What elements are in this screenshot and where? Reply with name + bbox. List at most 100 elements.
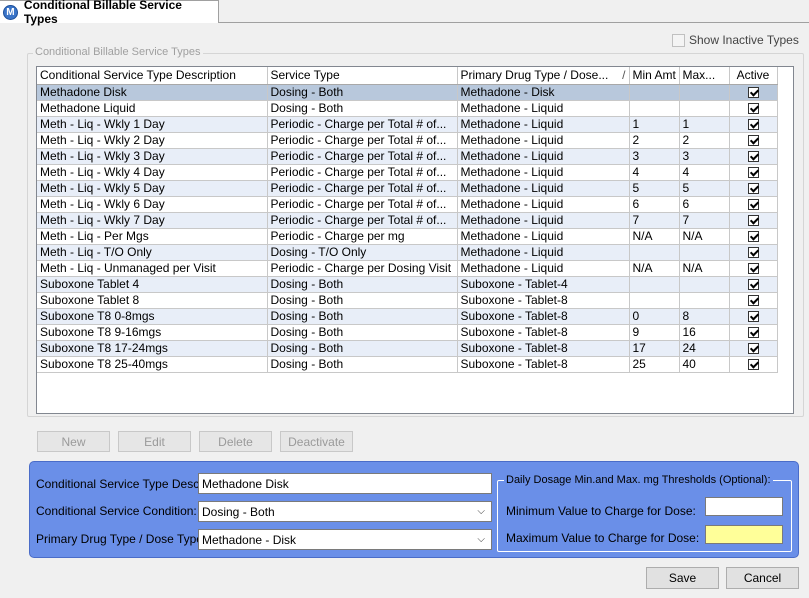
delete-button[interactable]: Delete <box>199 431 272 452</box>
cell-service-type[interactable]: Periodic - Charge per Total # of... <box>267 180 458 197</box>
active-checkbox[interactable] <box>747 295 759 307</box>
cell-description[interactable]: Meth - Liq - Wkly 6 Day <box>37 196 268 213</box>
cell-description[interactable]: Methadone Liquid <box>37 100 268 117</box>
table-row[interactable]: Meth - Liq - Wkly 5 Day Periodic - Charge… <box>37 180 778 197</box>
cell-primary-drug[interactable]: Suboxone - Tablet-8 <box>457 292 630 309</box>
col-header-max[interactable]: Max... <box>679 67 730 85</box>
cell-service-type[interactable]: Dosing - Both <box>267 292 458 309</box>
cell-primary-drug[interactable]: Suboxone - Tablet-8 <box>457 356 630 373</box>
table-row[interactable]: Meth - Liq - Wkly 3 Day Periodic - Charge… <box>37 148 778 165</box>
cell-primary-drug[interactable]: Methadone - Liquid <box>457 180 630 197</box>
cell-description[interactable]: Methadone Disk <box>37 84 268 101</box>
cell-primary-drug[interactable]: Methadone - Liquid <box>457 116 630 133</box>
cell-description[interactable]: Suboxone T8 25-40mgs <box>37 356 268 373</box>
cell-max[interactable]: 4 <box>679 164 730 181</box>
cell-service-type[interactable]: Periodic - Charge per Total # of... <box>267 116 458 133</box>
active-checkbox[interactable] <box>747 215 759 227</box>
cell-service-type[interactable]: Dosing - Both <box>267 308 458 325</box>
new-button[interactable]: New <box>37 431 110 452</box>
active-checkbox[interactable] <box>747 263 759 275</box>
cell-primary-drug[interactable]: Methadone - Liquid <box>457 164 630 181</box>
cell-min-amt[interactable]: 3 <box>629 148 680 165</box>
cell-min-amt[interactable]: 7 <box>629 212 680 229</box>
table-row[interactable]: Meth - Liq - Wkly 2 Day Periodic - Charge… <box>37 132 778 149</box>
cell-min-amt[interactable]: 5 <box>629 180 680 197</box>
active-checkbox[interactable] <box>747 311 759 323</box>
cell-service-type[interactable]: Dosing - Both <box>267 100 458 117</box>
table-row[interactable]: Meth - Liq - Wkly 6 Day Periodic - Charge… <box>37 196 778 213</box>
cell-max[interactable]: 24 <box>679 340 730 357</box>
cell-max[interactable]: 8 <box>679 308 730 325</box>
cell-primary-drug[interactable]: Methadone - Liquid <box>457 196 630 213</box>
table-row[interactable]: Meth - Liq - Wkly 1 Day Periodic - Charge… <box>37 116 778 133</box>
cell-service-type[interactable]: Periodic - Charge per Total # of... <box>267 196 458 213</box>
active-checkbox[interactable] <box>747 247 759 259</box>
cell-min-amt[interactable] <box>629 100 680 117</box>
table-row[interactable]: Suboxone T8 17-24mgs Dosing - Both Suboxon… <box>37 340 778 357</box>
cell-service-type[interactable]: Dosing - Both <box>267 276 458 293</box>
cell-description[interactable]: Meth - Liq - Wkly 7 Day <box>37 212 268 229</box>
min-value-input[interactable] <box>705 497 783 516</box>
cell-primary-drug[interactable]: Methadone - Liquid <box>457 148 630 165</box>
edit-button[interactable]: Edit <box>118 431 191 452</box>
cell-service-type[interactable]: Periodic - Charge per Total # of... <box>267 132 458 149</box>
cell-max[interactable]: 40 <box>679 356 730 373</box>
cell-max[interactable] <box>679 100 730 117</box>
active-checkbox[interactable] <box>747 359 759 371</box>
active-checkbox[interactable] <box>747 151 759 163</box>
active-checkbox[interactable] <box>747 183 759 195</box>
cell-description[interactable]: Suboxone T8 0-8mgs <box>37 308 268 325</box>
table-row[interactable]: Suboxone Tablet 4 Dosing - Both Suboxone -… <box>37 276 778 293</box>
active-checkbox[interactable] <box>747 327 759 339</box>
table-row[interactable]: Suboxone Tablet 8 Dosing - Both Suboxone -… <box>37 292 778 309</box>
cell-service-type[interactable]: Periodic - Charge per Total # of... <box>267 164 458 181</box>
cell-primary-drug[interactable]: Methadone - Liquid <box>457 212 630 229</box>
condition-select[interactable]: Dosing - Both ⌵ <box>198 501 492 522</box>
cancel-button[interactable]: Cancel <box>726 567 799 589</box>
desc-input[interactable]: Methadone Disk <box>198 473 492 494</box>
cell-primary-drug[interactable]: Suboxone - Tablet-8 <box>457 340 630 357</box>
cell-primary-drug[interactable]: Methadone - Liquid <box>457 132 630 149</box>
active-checkbox[interactable] <box>747 199 759 211</box>
cell-max[interactable]: 16 <box>679 324 730 341</box>
col-header-service-type[interactable]: Service Type <box>267 67 458 85</box>
cell-max[interactable]: 6 <box>679 196 730 213</box>
cell-description[interactable]: Suboxone T8 9-16mgs <box>37 324 268 341</box>
cell-min-amt[interactable]: 17 <box>629 340 680 357</box>
cell-service-type[interactable]: Periodic - Charge per Total # of... <box>267 148 458 165</box>
cell-min-amt[interactable] <box>629 244 680 261</box>
col-header-min-amt[interactable]: Min Amt <box>629 67 680 85</box>
cell-min-amt[interactable]: 6 <box>629 196 680 213</box>
cell-max[interactable]: N/A <box>679 228 730 245</box>
table-row[interactable]: Meth - Liq - T/O Only Dosing - T/O Only Me… <box>37 244 778 261</box>
cell-max[interactable]: 1 <box>679 116 730 133</box>
cell-min-amt[interactable]: 4 <box>629 164 680 181</box>
cell-description[interactable]: Meth - Liq - T/O Only <box>37 244 268 261</box>
cell-description[interactable]: Meth - Liq - Wkly 3 Day <box>37 148 268 165</box>
cell-max[interactable]: 5 <box>679 180 730 197</box>
active-checkbox[interactable] <box>747 279 759 291</box>
cell-description[interactable]: Meth - Liq - Wkly 4 Day <box>37 164 268 181</box>
table-row[interactable]: Meth - Liq - Per Mgs Periodic - Charge pe… <box>37 228 778 245</box>
cell-primary-drug[interactable]: Methadone - Liquid <box>457 260 630 277</box>
table-row[interactable]: Meth - Liq - Wkly 4 Day Periodic - Charge… <box>37 164 778 181</box>
cell-min-amt[interactable]: N/A <box>629 260 680 277</box>
cell-service-type[interactable]: Dosing - Both <box>267 340 458 357</box>
cell-service-type[interactable]: Dosing - Both <box>267 84 458 101</box>
table-row[interactable]: Suboxone T8 0-8mgs Dosing - Both Suboxone … <box>37 308 778 325</box>
cell-service-type[interactable]: Periodic - Charge per Dosing Visit <box>267 260 458 277</box>
cell-primary-drug[interactable]: Methadone - Liquid <box>457 244 630 261</box>
cell-primary-drug[interactable]: Suboxone - Tablet-4 <box>457 276 630 293</box>
cell-description[interactable]: Meth - Liq - Wkly 2 Day <box>37 132 268 149</box>
cell-primary-drug[interactable]: Methadone - Liquid <box>457 228 630 245</box>
cell-description[interactable]: Suboxone Tablet 8 <box>37 292 268 309</box>
save-button[interactable]: Save <box>646 567 719 589</box>
cell-primary-drug[interactable]: Suboxone - Tablet-8 <box>457 308 630 325</box>
table-row[interactable]: Methadone Disk Dosing - Both Methadone - D… <box>37 84 778 101</box>
cell-primary-drug[interactable]: Methadone - Liquid <box>457 100 630 117</box>
drug-select[interactable]: Methadone - Disk ⌵ <box>198 529 492 550</box>
cell-description[interactable]: Suboxone Tablet 4 <box>37 276 268 293</box>
table-row[interactable]: Suboxone T8 9-16mgs Dosing - Both Suboxone… <box>37 324 778 341</box>
cell-min-amt[interactable] <box>629 276 680 293</box>
active-checkbox[interactable] <box>747 87 759 99</box>
